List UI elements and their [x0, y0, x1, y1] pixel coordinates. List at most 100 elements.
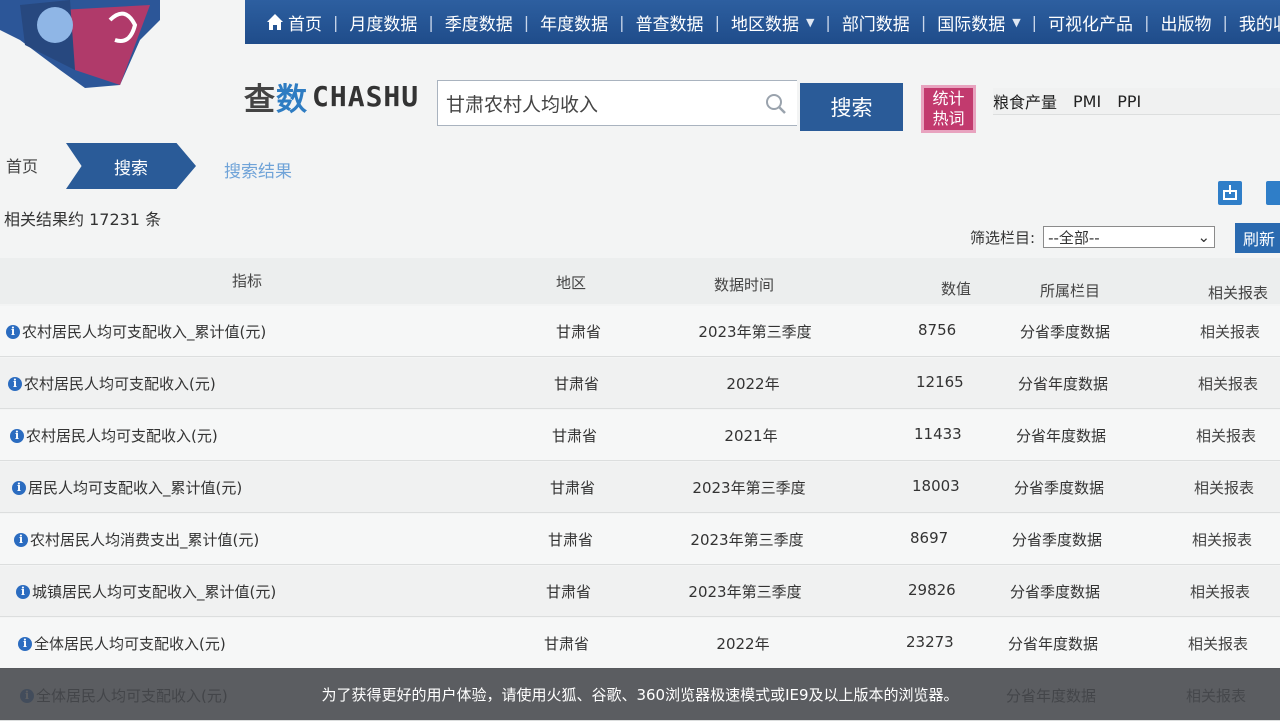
cell-value: 11433 [914, 425, 962, 443]
column-filter: 筛选栏目: --全部-- ⌄ [970, 226, 1216, 248]
nav-item-label: 季度数据 [444, 14, 513, 35]
nav-item[interactable]: 普查数据 [625, 10, 715, 35]
nav-item[interactable]: 部门数据 [831, 10, 921, 35]
filter-selected-value: --全部-- [1048, 228, 1100, 247]
cell-report[interactable]: 相关报表 [1192, 529, 1252, 550]
info-icon[interactable]: i [14, 532, 28, 547]
print-icon[interactable] [1266, 181, 1280, 205]
main-nav: 首页 | 月度数据 | 季度数据 | 年度数据 | 普查数据 | 地区数据 ▼ | 部门数据 | 国际数据 ▼ |… [245, 0, 1280, 44]
hot-word-link[interactable]: PMI [1073, 92, 1101, 111]
nav-item-label: 可视化产品 [1048, 14, 1134, 35]
cell-indicator[interactable]: i 农村居民人均可支配收入_累计值(元) [6, 321, 266, 342]
cell-time: 2023年第三季度 [692, 479, 806, 497]
filter-select[interactable]: --全部-- ⌄ [1043, 226, 1216, 248]
header-indicator: 指标 [232, 272, 263, 290]
cell-region: 甘肃省 [548, 531, 594, 549]
cell-indicator[interactable]: i全体居民人均可支配收入(元) [18, 633, 226, 654]
cell-time: 2022年 [716, 635, 770, 653]
cell-report[interactable]: 相关报表 [1188, 633, 1248, 654]
cell-region: 甘肃省 [552, 427, 598, 445]
nav-item[interactable]: 年度数据 [529, 10, 619, 35]
cell-column: 分省年度数据 [1018, 375, 1109, 393]
indicator-name[interactable]: 农村居民人均可支配收入_累计值(元) [22, 321, 266, 342]
nav-item-label: 国际数据 [937, 14, 1006, 35]
cell-report[interactable]: 相关报表 [1200, 321, 1260, 342]
caret-down-icon: ▼ [805, 15, 815, 29]
breadcrumb-current: 搜索结果 [224, 162, 292, 182]
info-icon[interactable]: i [6, 324, 20, 339]
info-icon[interactable]: i [18, 636, 32, 651]
nav-item[interactable]: 我的收藏 [1228, 10, 1280, 35]
hot-word-link[interactable]: PPI [1117, 92, 1141, 111]
search-field[interactable] [437, 80, 797, 126]
header-region: 地区 [556, 274, 587, 292]
cell-time: 2023年第三季度 [690, 531, 804, 549]
search-input[interactable] [438, 91, 748, 115]
cell-indicator[interactable]: i 居民人均可支配收入_累计值(元) [12, 477, 242, 498]
info-icon[interactable]: i [16, 584, 30, 599]
cell-indicator[interactable]: i 城镇居民人均可支配收入_累计值(元) [16, 581, 276, 602]
cell-region: 甘肃省 [546, 583, 592, 601]
table-row: i 居民人均可支配收入_累计值(元) 甘肃省 2023年第三季度 18003 分省季度数据… [0, 462, 1280, 513]
cell-report[interactable]: 相关报表 [1190, 581, 1250, 602]
cell-indicator[interactable]: i 农村居民人均消费支出_累计值(元) [14, 529, 259, 550]
nav-item[interactable]: 月度数据 [338, 10, 428, 35]
nav-item[interactable]: 首页 [255, 10, 333, 35]
table-row: i 农村居民人均消费支出_累计值(元) 甘肃省 2023年第三季度 8697 分省季度数据… [0, 514, 1280, 565]
cell-value: 8697 [910, 529, 949, 547]
breadcrumb-home[interactable]: 首页 [6, 153, 38, 177]
nav-item[interactable]: 地区数据 ▼ [720, 10, 825, 35]
table-row: i 农村居民人均可支配收入(元) 甘肃省 2022年 12165 分省年度数据 相关报表 [0, 358, 1280, 409]
info-icon[interactable]: i [8, 376, 22, 391]
nav-item[interactable]: 出版物 [1149, 10, 1222, 35]
cell-value: 29826 [908, 581, 956, 599]
export-icon[interactable] [1218, 181, 1242, 205]
indicator-name[interactable]: 全体居民人均可支配收入(元) [34, 633, 226, 654]
indicator-name[interactable]: 农村居民人均可支配收入(元) [24, 373, 216, 394]
search-icon[interactable] [765, 93, 787, 115]
info-icon[interactable]: i [12, 480, 26, 495]
cell-region: 甘肃省 [544, 635, 590, 653]
nav-item[interactable]: 可视化产品 [1037, 10, 1144, 35]
table-row: i 农村居民人均可支配收入_累计值(元) 甘肃省 2023年第三季度 8756 分省季度数… [0, 306, 1280, 357]
hot-badge-line1: 统计 [932, 89, 965, 108]
nav-item-label: 部门数据 [841, 14, 910, 35]
cell-time: 2022年 [726, 375, 780, 393]
cell-region: 甘肃省 [554, 375, 600, 393]
cell-indicator[interactable]: i 农村居民人均可支配收入(元) [10, 425, 218, 446]
site-logo[interactable] [0, 0, 160, 90]
search-button[interactable]: 搜索 [800, 83, 903, 131]
indicator-name[interactable]: 居民人均可支配收入_累计值(元) [28, 477, 242, 498]
header-column: 所属栏目 [1040, 282, 1101, 300]
chashu-logo: 查数 CHASHU [244, 79, 420, 118]
header-report: 相关报表 [1208, 284, 1269, 302]
cell-column: 分省年度数据 [1016, 427, 1107, 445]
cell-indicator[interactable]: i 农村居民人均可支配收入(元) [8, 373, 216, 394]
indicator-name[interactable]: 城镇居民人均可支配收入_累计值(元) [32, 581, 276, 602]
indicator-name[interactable]: 农村居民人均可支配收入(元) [26, 425, 218, 446]
table-row: i 城镇居民人均可支配收入_累计值(元) 甘肃省 2023年第三季度 29826 分省季度… [0, 566, 1280, 617]
nav-item[interactable]: 季度数据 [434, 10, 524, 35]
refresh-button[interactable]: 刷新 [1235, 223, 1280, 253]
browser-notice: 为了获得更好的用户体验，请使用火狐、谷歌、360浏览器极速模式或IE9及以上版本… [0, 668, 1280, 720]
cell-value: 23273 [906, 633, 954, 651]
breadcrumb-search[interactable]: 搜索 [66, 143, 196, 189]
cell-report[interactable]: 相关报表 [1194, 477, 1254, 498]
hot-word-link[interactable]: 粮食产量 [993, 89, 1057, 113]
nav-item-label: 年度数据 [540, 14, 609, 35]
nav-item-label: 首页 [288, 14, 322, 35]
hot-words-badge: 统计 热词 [921, 85, 976, 133]
cell-time: 2021年 [724, 427, 778, 445]
cell-report[interactable]: 相关报表 [1196, 425, 1256, 446]
hot-badge-line2: 热词 [932, 109, 965, 128]
table-row: i 农村居民人均可支配收入(元) 甘肃省 2021年 11433 分省年度数据 相关报表 [0, 410, 1280, 461]
info-icon[interactable]: i [10, 428, 24, 443]
nav-item[interactable]: 国际数据 ▼ [926, 10, 1031, 35]
header-time: 数据时间 [714, 276, 775, 294]
filter-label: 筛选栏目: [970, 228, 1036, 247]
cell-report[interactable]: 相关报表 [1198, 373, 1258, 394]
indicator-name[interactable]: 农村居民人均消费支出_累计值(元) [30, 529, 259, 550]
cell-value: 8756 [918, 321, 957, 339]
result-count: 相关结果约 17231 条 [4, 210, 162, 229]
cell-region: 甘肃省 [556, 323, 602, 341]
